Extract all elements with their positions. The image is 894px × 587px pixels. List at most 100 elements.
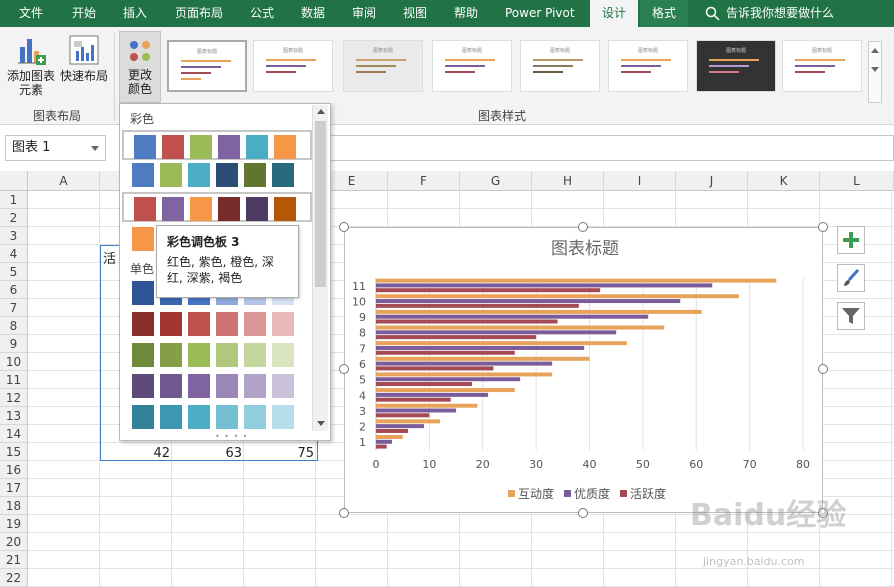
row-header-4[interactable]: 4: [0, 245, 28, 263]
bar-优质度: [376, 408, 457, 413]
chart-style-title: 图表标题: [196, 49, 217, 55]
bar-chart[interactable]: 图表标题 0 10 20 30 40 50 60 70 80 1 2 3 4 5 6 7 8 9 10 11 互动度 优质度…: [344, 227, 823, 513]
legend-label: 优质度: [574, 486, 610, 501]
colorful-palette-1[interactable]: [122, 130, 312, 160]
row-header-22[interactable]: 22: [0, 569, 28, 587]
change-colors-button[interactable]: 更改 颜色: [119, 31, 161, 103]
bar-互动度: [376, 325, 665, 330]
tab-power-pivot[interactable]: Power Pivot: [505, 0, 575, 27]
chart-style-7[interactable]: 图表标题: [696, 40, 776, 92]
row-header-5[interactable]: 5: [0, 263, 28, 281]
color-swatch: [190, 135, 212, 159]
row-header-2[interactable]: 2: [0, 209, 28, 227]
tab-page-layout[interactable]: 页面布局: [175, 0, 223, 27]
color-swatch: [272, 405, 294, 429]
monochromatic-palette-3[interactable]: [122, 340, 312, 370]
name-box[interactable]: 图表 1: [5, 135, 106, 161]
bar-互动度: [376, 403, 478, 408]
tab-view[interactable]: 视图: [403, 0, 427, 27]
chart-style-2[interactable]: 图表标题: [253, 40, 333, 92]
tab-review[interactable]: 审阅: [352, 0, 376, 27]
row-header-16[interactable]: 16: [0, 461, 28, 479]
ribbon-separator: [114, 33, 115, 121]
tab-design[interactable]: 设计: [590, 0, 638, 27]
gallery-scroll-buttons[interactable]: [868, 41, 882, 103]
y-tick-label: 8: [359, 327, 366, 340]
resize-handle-left[interactable]: [339, 364, 349, 374]
bar-优质度: [376, 283, 713, 288]
chart-style-6[interactable]: 图表标题: [608, 40, 688, 92]
monochromatic-palette-4[interactable]: [122, 371, 312, 401]
gallery-up-icon: [871, 48, 879, 53]
colorful-palette-3[interactable]: [122, 192, 312, 222]
chart-styles-button[interactable]: [837, 264, 865, 292]
dropdown-scrollbar[interactable]: [312, 105, 328, 431]
chart-style-8[interactable]: 图表标题: [782, 40, 862, 92]
row-header-15[interactable]: 15: [0, 443, 28, 461]
row-header-12[interactable]: 12: [0, 389, 28, 407]
column-header-f[interactable]: F: [388, 171, 460, 191]
column-header-k[interactable]: K: [748, 171, 820, 191]
chart-filters-button[interactable]: [837, 302, 865, 330]
row-header-20[interactable]: 20: [0, 533, 28, 551]
color-swatch: [160, 374, 182, 398]
column-header-a[interactable]: A: [28, 171, 100, 191]
row-header-11[interactable]: 11: [0, 371, 28, 389]
tab-format[interactable]: 格式: [640, 0, 688, 27]
resize-handle-top-right[interactable]: [818, 222, 828, 232]
resize-handle-right[interactable]: [818, 364, 828, 374]
row-header-14[interactable]: 14: [0, 425, 28, 443]
chart-style-4[interactable]: 图表标题: [432, 40, 512, 92]
y-tick-label: 1: [359, 436, 366, 449]
tab-file[interactable]: 文件: [19, 0, 43, 27]
monochromatic-palette-2[interactable]: [122, 309, 312, 339]
resize-handle-bottom[interactable]: [578, 508, 588, 518]
row-header-9[interactable]: 9: [0, 335, 28, 353]
chart-style-3[interactable]: 图表标题: [343, 40, 423, 92]
column-header-i[interactable]: I: [604, 171, 676, 191]
row-header-3[interactable]: 3: [0, 227, 28, 245]
tab-data[interactable]: 数据: [301, 0, 325, 27]
ribbon-tab-bar: 文件 开始 插入 页面布局 公式 数据 审阅 视图 帮助 Power Pivot…: [0, 0, 894, 27]
resize-handle-top-left[interactable]: [339, 222, 349, 232]
row-header-17[interactable]: 17: [0, 479, 28, 497]
colorful-palette-2[interactable]: [122, 160, 312, 190]
row-header-18[interactable]: 18: [0, 497, 28, 515]
row-header-7[interactable]: 7: [0, 299, 28, 317]
tab-home[interactable]: 开始: [72, 0, 96, 27]
chart-style-1[interactable]: 图表标题: [167, 40, 247, 92]
column-header-h[interactable]: H: [532, 171, 604, 191]
column-header-j[interactable]: J: [676, 171, 748, 191]
resize-handle-bottom-left[interactable]: [339, 508, 349, 518]
chart-style-5[interactable]: 图表标题: [520, 40, 600, 92]
column-header-g[interactable]: G: [460, 171, 532, 191]
tab-formulas[interactable]: 公式: [250, 0, 274, 27]
row-header-13[interactable]: 13: [0, 407, 28, 425]
row-header-1[interactable]: 1: [0, 191, 28, 209]
row-header-21[interactable]: 21: [0, 551, 28, 569]
formula-bar[interactable]: [320, 135, 894, 161]
scroll-thumb[interactable]: [315, 121, 326, 287]
color-swatch: [274, 197, 296, 221]
quick-layout-button[interactable]: 快速布局: [58, 33, 110, 83]
chart-elements-button[interactable]: [837, 226, 865, 254]
scroll-up-icon[interactable]: [317, 109, 325, 114]
tab-help[interactable]: 帮助: [454, 0, 478, 27]
bar-互动度: [376, 388, 515, 393]
row-header-6[interactable]: 6: [0, 281, 28, 299]
resize-grip-icon[interactable]: • • • •: [215, 432, 249, 441]
group-label-chart-styles: 图表样式: [478, 109, 527, 123]
tell-me-search[interactable]: 告诉我你想要做什么: [726, 0, 834, 27]
tab-insert[interactable]: 插入: [123, 0, 147, 27]
row-header-8[interactable]: 8: [0, 317, 28, 335]
monochromatic-palette-5[interactable]: [122, 402, 312, 432]
change-colors-label-2: 颜色: [127, 82, 152, 96]
row-header-19[interactable]: 19: [0, 515, 28, 533]
add-chart-element-button[interactable]: 添加图表 元素: [4, 33, 58, 97]
resize-handle-top[interactable]: [578, 222, 588, 232]
column-header-l[interactable]: L: [820, 171, 894, 191]
scroll-down-icon[interactable]: [317, 421, 325, 426]
select-all-corner[interactable]: [0, 171, 28, 191]
color-swatch: [244, 343, 266, 367]
row-header-10[interactable]: 10: [0, 353, 28, 371]
